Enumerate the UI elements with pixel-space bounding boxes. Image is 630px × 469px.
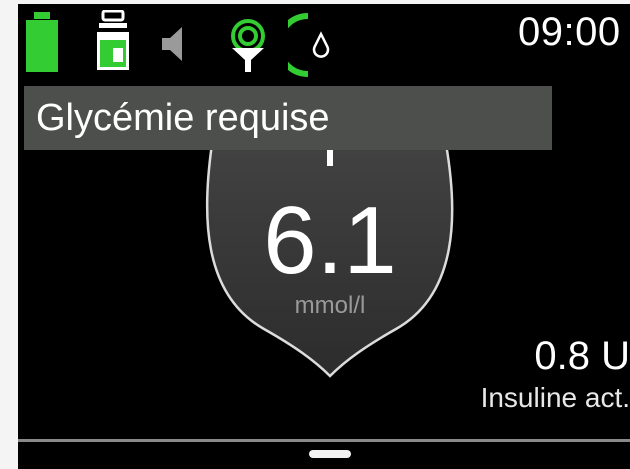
glucose-unit: mmol/l <box>294 292 366 319</box>
insulin-reservoir-icon <box>97 10 129 70</box>
pump-screen: 09:00 Glycémie requise 6.1 mmol/l 0.8 U … <box>18 4 630 469</box>
clock: 09:00 <box>518 10 621 54</box>
sensor-status-icon <box>288 13 330 77</box>
glucose-value: 6.1 <box>263 187 397 294</box>
menu-handle[interactable] <box>309 450 351 458</box>
cgm-signal-icon <box>231 19 265 72</box>
insulin-on-board-label: Insuline act. <box>480 382 630 413</box>
glucose-required-banner: Glycémie requise <box>24 86 552 150</box>
speaker-muted-icon <box>162 27 182 61</box>
insulin-on-board-value: 0.8 U <box>534 334 630 378</box>
battery-full-icon <box>26 12 58 72</box>
bottom-divider <box>18 439 630 442</box>
